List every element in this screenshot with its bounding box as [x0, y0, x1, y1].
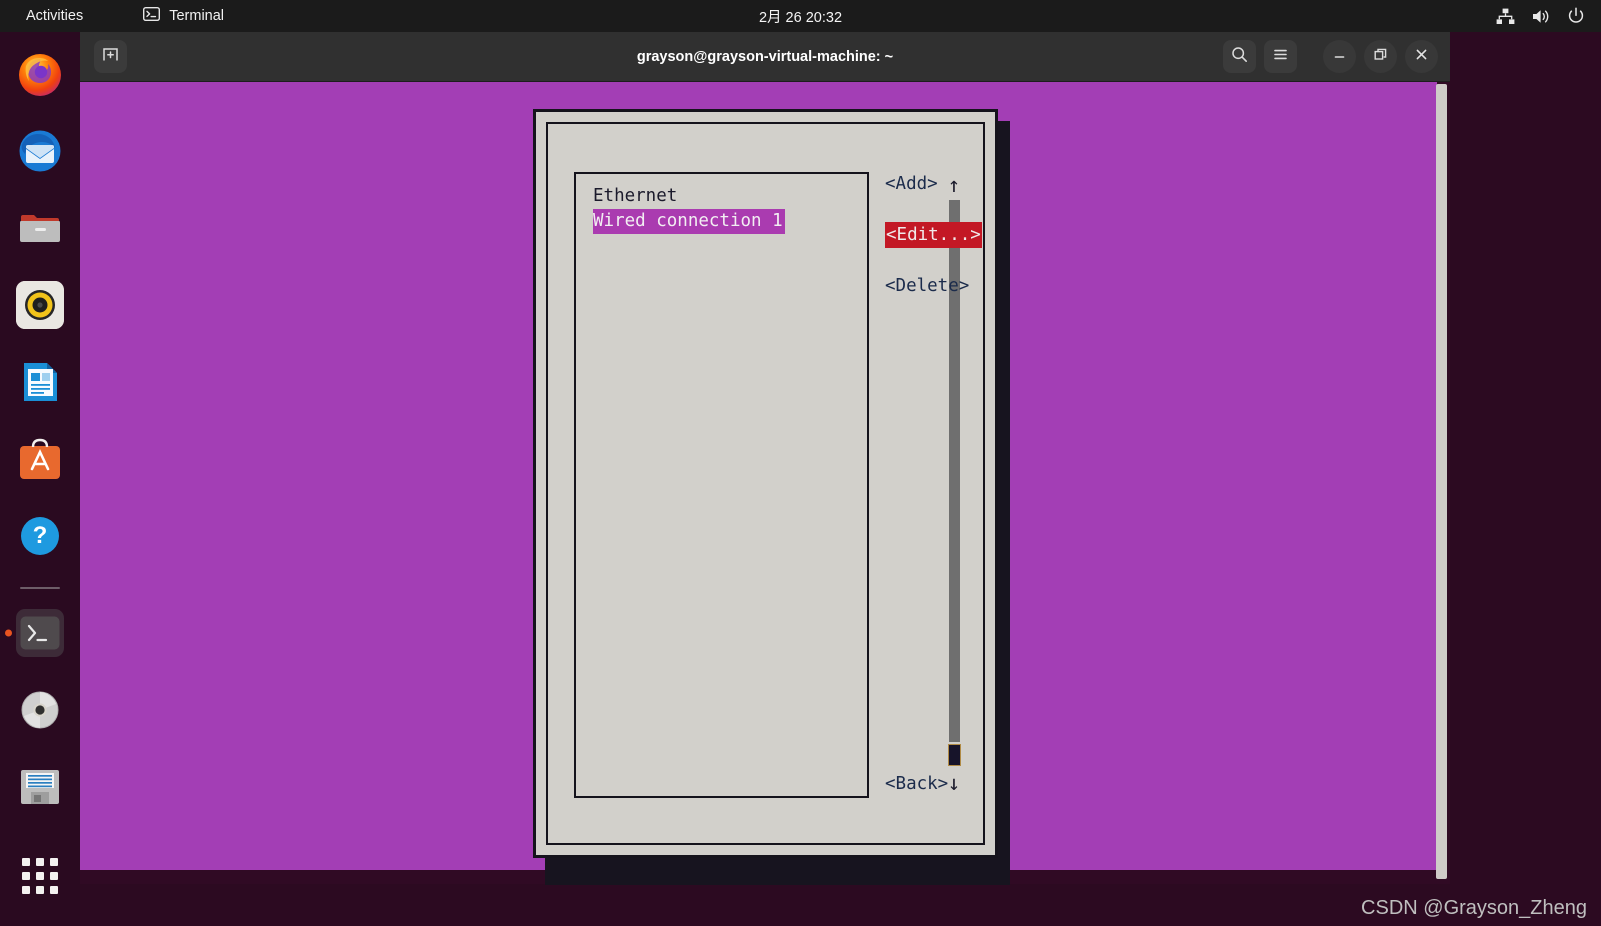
activities-button[interactable]: Activities: [18, 5, 91, 27]
power-icon: [1567, 7, 1585, 25]
ubuntu-software-icon: [16, 435, 64, 483]
connection-list[interactable]: Ethernet Wired connection 1: [574, 172, 869, 798]
menu-button[interactable]: [1264, 40, 1297, 73]
gnome-top-bar: Activities Terminal 2月 26 20:32: [0, 0, 1601, 32]
nmtui-dialog-inner: Ethernet Wired connection 1 ↑ ↓ <Add> <E…: [546, 122, 985, 845]
search-icon: [1231, 46, 1248, 68]
search-button[interactable]: [1223, 40, 1256, 73]
floppy-disk-icon: [16, 763, 64, 811]
nmtui-dialog: Ethernet Wired connection 1 ↑ ↓ <Add> <E…: [533, 109, 998, 858]
watermark: CSDN @Grayson_Zheng: [1361, 897, 1587, 919]
add-button-row: <Add>: [885, 172, 995, 196]
terminal-icon: [143, 6, 161, 25]
maximize-button[interactable]: [1364, 40, 1397, 73]
libreoffice-writer-icon: [16, 358, 64, 406]
maximize-icon: [1373, 47, 1388, 67]
edit-button[interactable]: <Edit...>: [885, 222, 982, 248]
firefox-icon: [16, 50, 64, 98]
dock-item-firefox[interactable]: [12, 46, 68, 102]
thunderbird-icon: [16, 127, 64, 175]
app-menu-terminal[interactable]: Terminal: [135, 4, 232, 28]
back-button[interactable]: <Back>: [885, 772, 948, 796]
running-indicator-dot: [5, 629, 12, 637]
add-button[interactable]: <Add>: [885, 172, 938, 196]
dock-item-floppy-disk[interactable]: [12, 759, 68, 815]
delete-button[interactable]: <Delete>: [885, 274, 969, 298]
close-icon: [1414, 47, 1429, 67]
clock[interactable]: 2月 26 20:32: [0, 6, 1601, 27]
minimize-button[interactable]: [1323, 40, 1356, 73]
volume-icon: [1531, 8, 1551, 25]
edit-button-row: <Edit...>: [885, 222, 995, 248]
dock-item-ubuntu-software[interactable]: [12, 431, 68, 487]
dock-item-files[interactable]: [12, 200, 68, 256]
dock-item-libreoffice-writer[interactable]: [12, 354, 68, 410]
dock-separator: [20, 587, 60, 589]
minimize-icon: [1332, 47, 1347, 67]
terminal-scrollbar[interactable]: [1436, 84, 1447, 879]
terminal-titlebar[interactable]: grayson@grayson-virtual-machine: ~: [80, 32, 1450, 82]
titlebar-buttons: [1223, 40, 1438, 73]
network-wired-icon: [1496, 8, 1515, 25]
optical-disc-icon: [16, 686, 64, 734]
svg-text:?: ?: [33, 522, 48, 549]
system-indicators[interactable]: [1496, 0, 1585, 32]
list-item-wired-connection-1[interactable]: Wired connection 1: [593, 209, 785, 234]
delete-button-row: <Delete>: [885, 274, 995, 298]
hamburger-menu-icon: [1272, 46, 1289, 68]
connection-group-ethernet: Ethernet: [593, 186, 678, 206]
terminal-app-icon: [16, 609, 64, 657]
show-applications-button[interactable]: [12, 848, 68, 904]
dock-item-disk-drive[interactable]: [12, 682, 68, 738]
dock: ?: [0, 32, 80, 926]
new-tab-button[interactable]: [94, 40, 127, 73]
back-button-row: <Back>: [885, 772, 948, 796]
dock-item-help[interactable]: ?: [12, 508, 68, 564]
app-grid-icon: [22, 858, 58, 894]
dock-item-thunderbird[interactable]: [12, 123, 68, 179]
dock-item-terminal[interactable]: [5, 605, 68, 661]
dock-item-rhythmbox[interactable]: [12, 277, 68, 333]
new-tab-icon: [102, 46, 119, 68]
connection-list-item-row[interactable]: Wired connection 1: [576, 209, 867, 234]
rhythmbox-icon: [16, 281, 64, 329]
help-icon: ?: [16, 512, 64, 560]
dialog-buttons: <Add> <Edit...> <Delete> <Back>: [885, 172, 995, 798]
desktop: Activities Terminal 2月 26 20:32 ? grayso…: [0, 0, 1601, 926]
files-folder-icon: [16, 204, 64, 252]
close-button[interactable]: [1405, 40, 1438, 73]
app-menu-label: Terminal: [169, 8, 225, 24]
